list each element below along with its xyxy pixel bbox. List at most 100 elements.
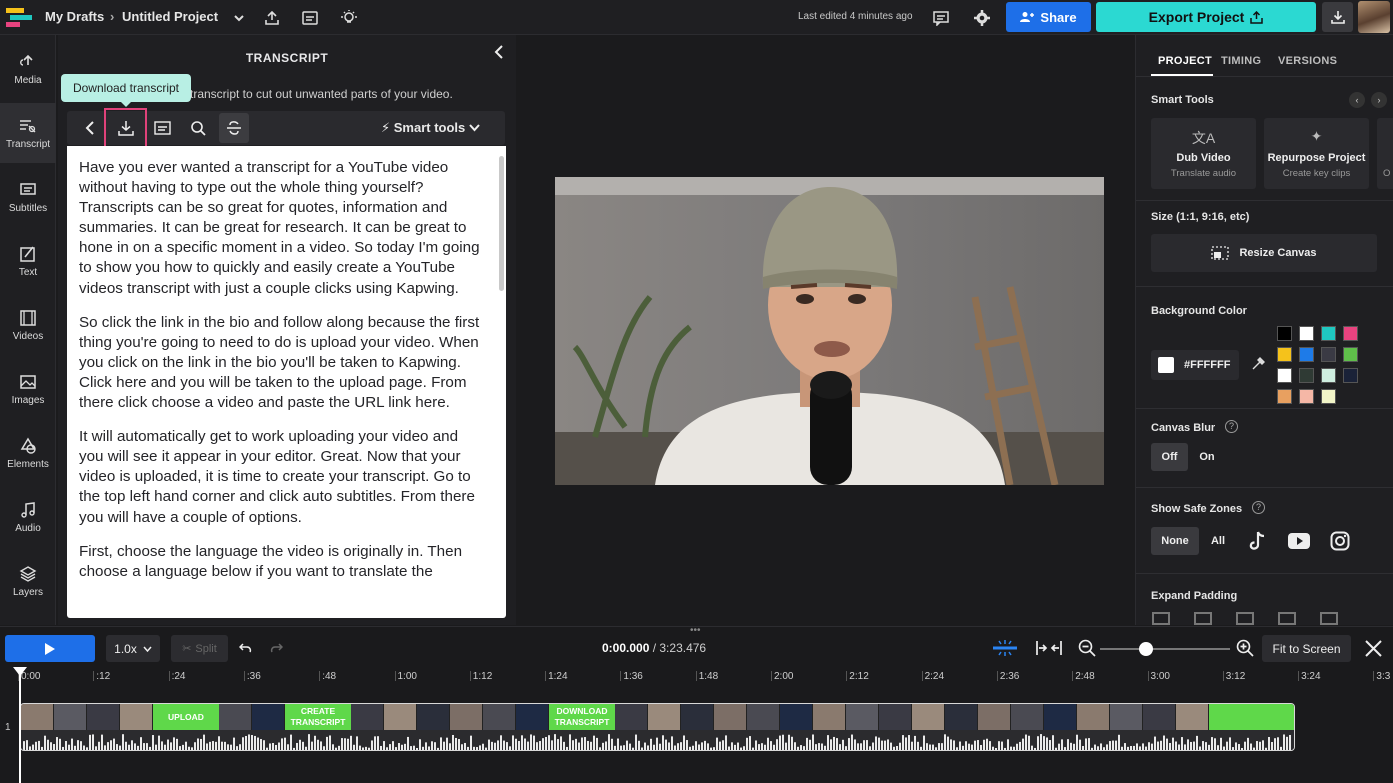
color-swatch[interactable] [1321, 368, 1336, 383]
transcript-paragraph[interactable]: First, choose the language the video is … [79, 542, 482, 582]
download-button[interactable] [1322, 2, 1353, 32]
color-swatch[interactable] [1277, 326, 1292, 341]
playback-speed-select[interactable]: 1.0x [106, 635, 160, 662]
fit-to-screen-button[interactable]: Fit to Screen [1262, 635, 1351, 662]
color-swatch[interactable] [1321, 326, 1336, 341]
transcript-paragraph[interactable]: Have you ever wanted a transcript for a … [79, 158, 482, 299]
transcript-paragraph[interactable]: So click the link in the bio and follow … [79, 313, 482, 413]
color-swatch[interactable] [1343, 368, 1358, 383]
zoom-in-icon[interactable] [1236, 639, 1254, 662]
padding-all-icon[interactable] [1320, 612, 1338, 625]
project-title[interactable]: Untitled Project [122, 9, 218, 24]
safe-zone-none-button[interactable]: None [1151, 527, 1199, 555]
waveform-bar [1052, 735, 1054, 750]
play-button[interactable] [5, 635, 95, 662]
background-color-input[interactable]: #FFFFFF [1151, 350, 1239, 380]
tab-project[interactable]: PROJECT [1158, 55, 1212, 67]
waveform-bar [200, 738, 202, 750]
undo-icon[interactable] [238, 641, 252, 659]
zoom-slider-handle[interactable] [1139, 642, 1153, 656]
search-button[interactable] [183, 113, 213, 143]
color-swatch[interactable] [1277, 389, 1292, 404]
color-swatch[interactable] [1343, 347, 1358, 362]
padding-top-icon[interactable] [1152, 612, 1170, 625]
color-swatch[interactable] [1299, 347, 1314, 362]
kapwing-logo-icon[interactable] [6, 6, 36, 30]
color-swatch[interactable] [1321, 389, 1336, 404]
redo-icon[interactable] [270, 641, 284, 659]
tiktok-icon[interactable] [1248, 531, 1266, 556]
eyedropper-icon[interactable] [1251, 357, 1265, 376]
sidebar-item-layers[interactable]: Layers [0, 551, 56, 611]
playhead[interactable] [13, 667, 27, 783]
canvas-blur-on-button[interactable]: On [1192, 443, 1222, 471]
more-tool-card[interactable]: O [1377, 118, 1393, 189]
zoom-slider-track[interactable] [1100, 648, 1230, 650]
share-button[interactable]: Share [1006, 2, 1091, 32]
sidebar-item-videos[interactable]: Videos [0, 295, 56, 355]
youtube-icon[interactable] [1288, 533, 1310, 554]
strikethrough-button[interactable] [219, 113, 249, 143]
color-swatch[interactable] [1343, 326, 1358, 341]
split-button[interactable]: ✂ Split [171, 635, 228, 662]
smart-tools-dropdown[interactable]: ⚡ Smart tools [381, 120, 480, 136]
sidebar-item-subtitles[interactable]: Subtitles [0, 167, 56, 227]
drag-handle-icon[interactable]: ••• [690, 625, 701, 636]
waveform-bar [185, 741, 187, 750]
export-project-button[interactable]: Export Project [1096, 2, 1316, 32]
color-swatch[interactable] [1321, 347, 1336, 362]
sidebar-item-media[interactable]: Media [0, 39, 56, 99]
color-swatch[interactable] [1277, 347, 1292, 362]
transcript-paragraph[interactable]: It will automatically get to work upload… [79, 427, 482, 527]
avatar[interactable] [1358, 1, 1390, 33]
instagram-icon[interactable] [1330, 531, 1350, 556]
color-swatch[interactable] [1277, 368, 1292, 383]
fit-width-icon[interactable] [1036, 640, 1062, 661]
repurpose-project-card[interactable]: ✦ Repurpose Project Create key clips [1264, 118, 1369, 189]
dub-video-card[interactable]: 文A Dub Video Translate audio [1151, 118, 1256, 189]
padding-right-icon[interactable] [1194, 612, 1212, 625]
waveform-bar [884, 740, 886, 750]
padding-bottom-icon[interactable] [1236, 612, 1254, 625]
sidebar-item-transcript[interactable]: Transcript [0, 103, 56, 163]
comments-icon[interactable] [930, 7, 952, 29]
close-icon[interactable] [1365, 640, 1382, 662]
download-transcript-button[interactable] [104, 108, 147, 148]
transcript-editor[interactable]: Have you ever wanted a transcript for a … [67, 146, 506, 618]
collapse-panel-icon[interactable] [494, 45, 504, 64]
gear-icon[interactable] [971, 7, 993, 29]
color-swatch[interactable] [1299, 326, 1314, 341]
lightbulb-icon[interactable] [338, 7, 360, 29]
color-swatch[interactable] [1299, 368, 1314, 383]
breadcrumb-my-drafts[interactable]: My Drafts [45, 9, 104, 24]
help-icon[interactable]: ? [1252, 501, 1265, 514]
waveform-bar [209, 741, 211, 750]
chevron-left-icon[interactable]: ‹ [1349, 92, 1365, 108]
current-color-swatch [1158, 357, 1174, 373]
color-swatch[interactable] [1299, 389, 1314, 404]
chevron-right-icon[interactable]: › [1371, 92, 1387, 108]
padding-left-icon[interactable] [1278, 612, 1296, 625]
captions-icon[interactable] [299, 7, 321, 29]
transcript-scrollbar[interactable] [499, 156, 504, 291]
chevron-down-icon[interactable] [228, 7, 250, 29]
tab-versions[interactable]: VERSIONS [1278, 55, 1337, 67]
waveform-bar [41, 746, 43, 750]
sidebar-item-audio[interactable]: Audio [0, 487, 56, 547]
share-upload-icon[interactable] [261, 7, 283, 29]
back-icon[interactable] [75, 113, 105, 143]
canvas-blur-off-button[interactable]: Off [1151, 443, 1188, 471]
captions-toggle-button[interactable] [147, 113, 177, 143]
zoom-out-icon[interactable] [1078, 639, 1096, 662]
waveform-bar [824, 745, 826, 750]
video-preview[interactable] [555, 177, 1104, 485]
sidebar-item-elements[interactable]: Elements [0, 423, 56, 483]
sidebar-item-text[interactable]: Text [0, 231, 56, 291]
sidebar-item-images[interactable]: Images [0, 359, 56, 419]
resize-canvas-button[interactable]: Resize Canvas [1151, 234, 1377, 272]
tab-timing[interactable]: TIMING [1221, 55, 1261, 67]
help-icon[interactable]: ? [1225, 420, 1238, 433]
video-track-clip[interactable]: UPLOAD CREATE TRANSCRIPT DOWNLOAD TRANSC… [20, 703, 1295, 751]
snap-icon[interactable] [992, 639, 1018, 662]
safe-zone-all-button[interactable]: All [1202, 527, 1234, 555]
